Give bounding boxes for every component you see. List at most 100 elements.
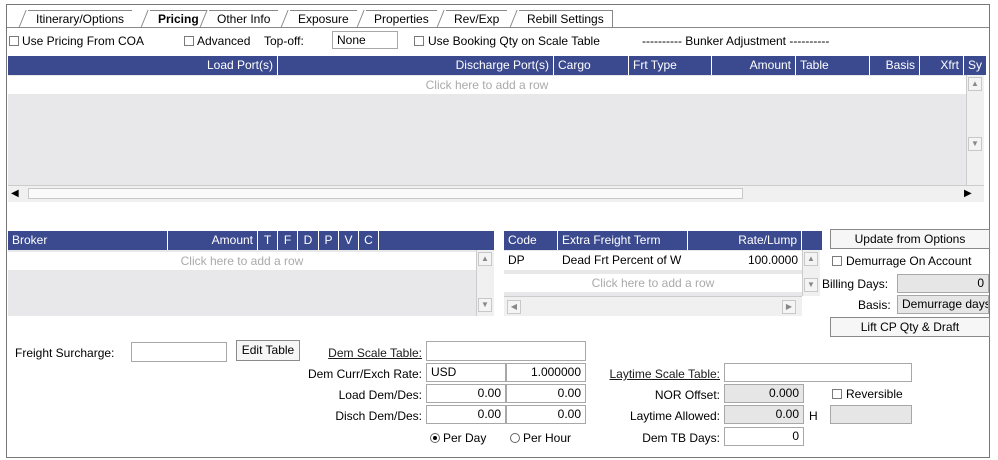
scroll-up-icon[interactable]: ▲: [804, 252, 818, 266]
col-load-ports[interactable]: Load Port(s): [8, 56, 278, 75]
use-booking-qty-checkbox[interactable]: [414, 36, 424, 46]
dem-tb-days-field[interactable]: 0: [724, 427, 804, 446]
extra-freight-grid-header: Code Extra Freight Term Rate/Lump: [504, 231, 822, 250]
laytime-scale-table-field[interactable]: [724, 363, 912, 382]
pricing-grid-vscrollbar[interactable]: ▲ ▼: [966, 75, 984, 185]
laytime-allowed-field[interactable]: 0.00: [724, 405, 804, 424]
tab-pricing[interactable]: Pricing: [150, 10, 207, 27]
extra-freight-add-row[interactable]: Click here to add a row: [504, 274, 802, 292]
laytime-unit-label: H: [809, 409, 818, 423]
edit-table-button[interactable]: Edit Table: [236, 340, 300, 361]
use-pricing-from-coa-checkbox[interactable]: [9, 36, 19, 46]
col-p[interactable]: P: [319, 231, 339, 250]
hscroll-thumb[interactable]: [28, 188, 743, 199]
demurrage-on-account-label: Demurrage On Account: [846, 254, 972, 268]
scroll-down-icon[interactable]: ▼: [478, 298, 492, 312]
disch-des-field[interactable]: 0.00: [506, 405, 586, 424]
tab-other-info[interactable]: Other Info: [209, 10, 279, 27]
laytime-extra-field[interactable]: [830, 405, 912, 424]
reversible-label: Reversible: [846, 387, 903, 401]
col-c[interactable]: C: [359, 231, 379, 250]
dem-scale-table-field[interactable]: [426, 341, 586, 361]
extra-freight-hscrollbar[interactable]: ◀ ▶: [504, 296, 802, 316]
per-hour-label: Per Hour: [523, 431, 572, 445]
col-frt-type[interactable]: Frt Type: [629, 56, 712, 75]
dem-exch-rate-field[interactable]: 1.000000: [506, 363, 586, 382]
nor-offset-field[interactable]: 0.000: [724, 384, 804, 403]
extra-freight-row[interactable]: DP Dead Frt Percent of W 100.0000: [504, 251, 802, 270]
pricing-grid-add-row[interactable]: Click here to add a row: [8, 76, 966, 94]
per-day-label: Per Day: [443, 431, 487, 445]
broker-grid-vscrollbar[interactable]: ▲ ▼: [476, 250, 494, 316]
col-table[interactable]: Table: [796, 56, 870, 75]
basis-label: Basis:: [858, 298, 891, 312]
top-off-select[interactable]: None: [332, 31, 398, 49]
col-broker-amount[interactable]: Amount: [168, 231, 258, 250]
extra-freight-code: DP: [508, 253, 525, 267]
col-rate-lump[interactable]: Rate/Lump: [688, 231, 802, 250]
tab-itinerary-options[interactable]: Itinerary/Options: [28, 10, 133, 27]
disch-dem-des-label: Disch Dem/Des:: [335, 409, 422, 423]
col-amount[interactable]: Amount: [712, 56, 796, 75]
col-extra-freight-term[interactable]: Extra Freight Term: [558, 231, 688, 250]
col-v[interactable]: V: [339, 231, 359, 250]
extra-freight-vscrollbar[interactable]: ▲ ▼: [802, 250, 820, 296]
demurrage-on-account-checkbox[interactable]: [832, 256, 842, 266]
dem-tb-days-label: Dem TB Days:: [642, 431, 720, 445]
col-d[interactable]: D: [298, 231, 319, 250]
scroll-left-icon[interactable]: ◀: [11, 188, 19, 199]
load-dem-field[interactable]: 0.00: [426, 384, 506, 403]
col-code[interactable]: Code: [504, 231, 558, 250]
pricing-grid-header: Load Port(s) Discharge Port(s) Cargo Frt…: [8, 56, 986, 75]
disch-dem-field[interactable]: 0.00: [426, 405, 506, 424]
use-pricing-from-coa-label: Use Pricing From COA: [22, 34, 145, 48]
laytime-scale-table-link[interactable]: Laytime Scale Table:: [590, 367, 720, 381]
advanced-label: Advanced: [197, 34, 251, 48]
scroll-left-icon[interactable]: ◀: [507, 300, 521, 314]
bunker-adjustment-label: ---------- Bunker Adjustment ----------: [642, 34, 830, 48]
col-basis[interactable]: Basis: [870, 56, 920, 75]
extra-freight-rate: 100.0000: [747, 253, 798, 267]
col-broker[interactable]: Broker: [8, 231, 168, 250]
reversible-checkbox[interactable]: [832, 389, 842, 399]
broker-grid-header: Broker Amount T F D P V C: [8, 231, 494, 250]
col-discharge-ports[interactable]: Discharge Port(s): [278, 56, 554, 75]
use-booking-qty-label: Use Booking Qty on Scale Table: [428, 34, 600, 48]
per-hour-radio[interactable]: [510, 433, 520, 443]
dem-scale-table-link[interactable]: Dem Scale Table:: [300, 346, 422, 360]
scroll-up-icon[interactable]: ▲: [478, 252, 492, 266]
col-t[interactable]: T: [258, 231, 278, 250]
pricing-grid-hscrollbar[interactable]: ◀ ▶: [8, 185, 984, 202]
advanced-checkbox[interactable]: [184, 36, 194, 46]
dem-currency-select[interactable]: USD: [426, 363, 506, 382]
scroll-down-icon[interactable]: ▼: [968, 137, 982, 151]
col-sy[interactable]: Sy: [964, 56, 986, 75]
col-cargo[interactable]: Cargo: [554, 56, 629, 75]
laytime-allowed-label: Laytime Allowed:: [629, 409, 720, 423]
col-f[interactable]: F: [278, 231, 298, 250]
nor-offset-label: NOR Offset:: [654, 388, 720, 402]
load-dem-des-label: Load Dem/Des:: [338, 388, 422, 402]
tab-divider: [7, 27, 989, 28]
tab-rev-exp[interactable]: Rev/Exp: [446, 10, 508, 27]
basis-select[interactable]: Demurrage days: [897, 295, 989, 314]
extra-freight-term: Dead Frt Percent of W: [562, 253, 682, 267]
tab-exposure[interactable]: Exposure: [290, 10, 357, 27]
top-off-label: Top-off:: [264, 34, 304, 48]
broker-grid-add-row[interactable]: Click here to add a row: [8, 252, 476, 270]
freight-surcharge-field[interactable]: [131, 342, 227, 362]
tab-properties[interactable]: Properties: [366, 10, 437, 27]
tab-rebill-settings[interactable]: Rebill Settings: [519, 10, 613, 27]
scroll-right-icon[interactable]: ▶: [782, 300, 796, 314]
col-xfrt[interactable]: Xfrt: [920, 56, 964, 75]
scroll-down-icon[interactable]: ▼: [804, 278, 818, 292]
lift-cp-qty-draft-button[interactable]: Lift CP Qty & Draft: [830, 317, 990, 337]
scroll-up-icon[interactable]: ▲: [968, 77, 982, 91]
freight-surcharge-label: Freight Surcharge:: [15, 346, 115, 360]
billing-days-label: Billing Days:: [822, 277, 889, 291]
billing-days-field[interactable]: 0: [897, 274, 989, 293]
update-from-options-button[interactable]: Update from Options: [830, 229, 990, 249]
scroll-right-icon[interactable]: ▶: [964, 188, 972, 199]
load-des-field[interactable]: 0.00: [506, 384, 586, 403]
per-day-radio[interactable]: [430, 433, 440, 443]
